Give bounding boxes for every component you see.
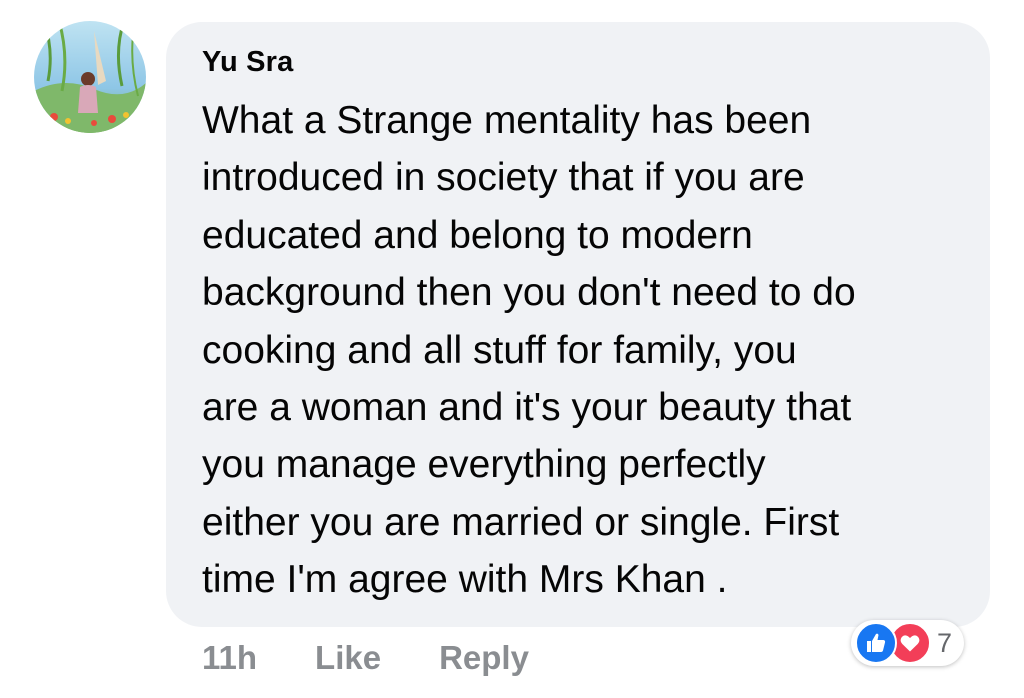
comment: Yu Sra What a Strange mentality has been… bbox=[0, 0, 1024, 698]
avatar[interactable] bbox=[34, 21, 146, 133]
comment-timestamp[interactable]: 11h bbox=[202, 639, 257, 677]
reply-button[interactable]: Reply bbox=[439, 639, 529, 677]
thumbs-up-icon bbox=[855, 622, 897, 664]
avatar-image bbox=[34, 21, 146, 133]
reactions-summary[interactable]: 7 bbox=[851, 620, 965, 666]
comment-author[interactable]: Yu Sra bbox=[202, 46, 293, 79]
reaction-count: 7 bbox=[937, 627, 953, 658]
comment-text: What a Strange mentality has been introd… bbox=[202, 99, 856, 602]
comment-actions: 11h Like Reply bbox=[202, 636, 529, 680]
like-button[interactable]: Like bbox=[315, 639, 381, 677]
